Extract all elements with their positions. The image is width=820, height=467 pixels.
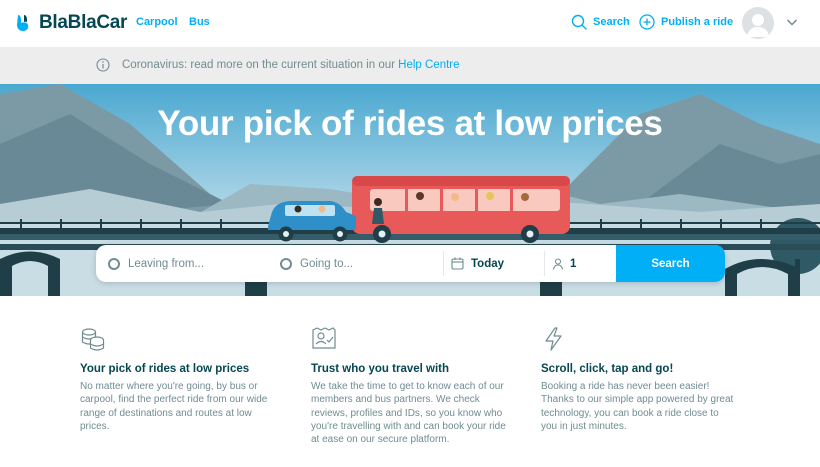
going-to-input[interactable]: Going to... xyxy=(280,245,440,282)
user-silhouette-icon xyxy=(747,14,769,37)
header-search-button[interactable]: Search xyxy=(571,14,630,30)
leaving-from-input[interactable]: Leaving from... xyxy=(108,245,268,282)
publish-ride-label: Publish a ride xyxy=(661,16,734,28)
lightning-icon xyxy=(545,327,562,351)
feature-title: Scroll, click, tap and go! xyxy=(541,363,674,375)
header: BlaBlaCar Carpool Bus Search Publish a r… xyxy=(0,0,820,47)
divider xyxy=(544,251,545,276)
avatar[interactable] xyxy=(742,7,774,39)
publish-ride-button[interactable]: Publish a ride xyxy=(639,14,733,30)
chevron-down-icon[interactable] xyxy=(786,17,798,27)
logo-mark-icon xyxy=(17,15,29,31)
header-search-label: Search xyxy=(593,16,630,28)
features-section: Your pick of rides at low prices No matt… xyxy=(0,296,820,467)
going-to-placeholder: Going to... xyxy=(300,257,354,270)
info-icon xyxy=(96,58,110,72)
leaving-from-placeholder: Leaving from... xyxy=(128,257,205,270)
date-value: Today xyxy=(471,257,505,270)
feature-description: We take the time to get to know each of … xyxy=(311,381,506,446)
nav-carpool-link[interactable]: Carpool xyxy=(136,16,178,28)
feature-description: No matter where you're going, by bus or … xyxy=(80,381,268,432)
date-picker[interactable]: Today xyxy=(451,245,541,282)
search-submit-button[interactable]: Search xyxy=(616,245,725,282)
search-bar: Leaving from... Going to... Today 1 Sear… xyxy=(96,245,725,282)
banner-message: Coronavirus: read more on the current si… xyxy=(122,59,460,71)
search-icon xyxy=(571,14,587,30)
coins-icon xyxy=(81,328,105,351)
coronavirus-banner: Coronavirus: read more on the current si… xyxy=(0,47,820,84)
nav-bus-link[interactable]: Bus xyxy=(189,16,210,28)
logo-text: BlaBlaCar xyxy=(39,12,128,33)
feature-description: Booking a ride has never been easier! Th… xyxy=(541,381,734,432)
help-centre-link[interactable]: Help Centre xyxy=(398,59,459,71)
passenger-count: 1 xyxy=(570,257,577,270)
person-icon xyxy=(552,257,564,270)
destination-circle-icon xyxy=(280,257,292,270)
feature-title: Your pick of rides at low prices xyxy=(80,363,250,375)
hero-title: Your pick of rides at low prices xyxy=(157,104,663,143)
origin-circle-icon xyxy=(108,257,120,270)
calendar-icon xyxy=(451,257,464,270)
plus-circle-icon xyxy=(639,14,655,30)
blablacar-logo[interactable]: BlaBlaCar xyxy=(15,12,127,34)
divider xyxy=(443,251,444,276)
passenger-selector[interactable]: 1 xyxy=(552,245,612,282)
feature-title: Trust who you travel with xyxy=(311,363,450,375)
banner-text: Coronavirus: read more on the current si… xyxy=(122,59,399,71)
id-card-icon xyxy=(312,327,336,349)
